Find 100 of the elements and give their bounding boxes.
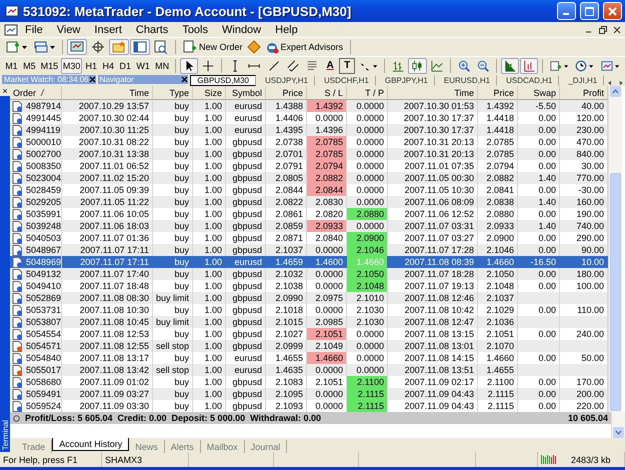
order-icon [12,232,23,244]
table-row[interactable]: 5052869 2007.11.08 08:30 buy limit 1.00 gbpusd 2.0990 2.0975 2.1010 2007.11.08 12:46 2.1037 [10,292,608,304]
panel-title: Navigator [98,75,135,84]
window-title: 531092: MetaTrader - Demo Account - [GBPUSD,M30] [23,4,352,18]
bar-chart-icon [392,59,404,73]
order-icon [12,220,23,232]
table-row[interactable]: 5048969 2007.11.07 17:11 buy 1.00 eurusd 1.4659 1.4600 1.4660 2007.11.08 08:39 1.4660 -16.50 10.00 [10,256,608,268]
table-row[interactable]: 5059491 2007.11.09 03:27 buy 1.00 gbpusd 2.1095 0.0000 2.1115 2007.11.09 04:43 2.1115 0.00 200.00 [10,388,608,400]
order-icon [12,340,23,352]
clock-icon [575,59,588,73]
table-row[interactable]: 4987914 2007.10.29 13:57 buy 1.00 eurusd 1.4388 1.4392 0.0000 2007.10.30 01:53 1.4392 -5.50 40.00 [10,100,608,112]
sort-icon [40,89,46,96]
table-row[interactable]: 5055017 2007.11.08 13:42 sell stop 1.00 eurusd 1.4635 0.0000 0.0000 2007.11.08 13:51 1.4655 [10,364,608,376]
windows-icon [34,40,48,54]
timeframe-button[interactable]: H4 [100,58,116,74]
table-cell: 5053807 [26,316,61,328]
restore-icon [599,26,607,34]
order-icon [12,124,23,136]
table-row[interactable]: 5054571 2007.11.08 12:55 sell stop 1.00 gbpusd 2.0999 2.1049 0.0000 2007.11.08 13:01 2.1070 [10,340,608,352]
table-cell: 2.1115 [347,388,388,401]
summary-text: Profit/Loss: 5 605.04 Credit: 0.00 Deposit: 5 000.00 Withdrawal: 0.00 [25,413,322,423]
terminal-label: Terminal [0,420,10,450]
table-row[interactable]: 5048967 2007.11.07 17:11 buy 1.00 gbpusd 2.1037 0.0000 2.1046 2007.11.07 17:28 2.1046 0.00 90.00 [10,244,608,256]
panel-title: Market Watch: 08:34:06 [3,75,89,84]
order-icon [12,244,23,256]
maximize-icon [585,6,594,16]
status-text: For Help, press F1 [3,454,78,464]
table-cell: 2.1048 [347,280,388,293]
toolbar-button[interactable] [180,58,198,74]
table-row[interactable]: 5039248 2007.11.06 18:03 buy 1.00 gbpusd 2.0859 2.0933 0.0000 2007.11.07 03:31 2.0933 1.40 740.00 [10,220,608,232]
app-icon [5,4,19,18]
menu-item[interactable]: Help [268,24,305,36]
minimize-button[interactable] [557,2,576,20]
timeframe-button[interactable]: D1 [117,58,134,74]
order-icon [12,376,23,388]
timeframe-button[interactable]: M5 [20,58,38,74]
table-cell: 5049132 [26,268,61,280]
chart-tab[interactable]: GBPUSD,M30 [190,75,256,86]
table-cell: 5000010 [26,136,61,148]
menu-item[interactable]: Insert [87,24,129,36]
close-button[interactable]: × [0,86,10,96]
text-label-button[interactable]: T [339,58,356,74]
toolbar-button[interactable] [408,58,427,74]
table-cell: 5059524 [26,400,61,412]
table-cell: 2.1100 [347,376,388,389]
order-icon [12,352,23,364]
order-icon [12,184,23,196]
maximize-button[interactable] [580,2,599,20]
order-icon [12,304,23,316]
order-icon [12,364,23,376]
template-icon [600,59,613,73]
caret-icon [564,64,568,68]
table-row[interactable]: 5002700 2007.10.31 13:38 buy 1.00 gbpusd 2.0701 2.0785 0.0000 2007.10.31 20:13 2.0785 0.00 840.00 [10,148,608,160]
terminal-tab[interactable]: Mailbox [200,440,245,453]
menu-item[interactable]: View [50,24,88,36]
timeframe-button[interactable]: M1 [3,58,20,74]
table-cell: 4991445 [26,112,61,124]
toolbar-button[interactable] [500,58,520,74]
table-row[interactable]: 5053807 2007.11.08 10:45 buy limit 1.00 gbpusd 2.1015 2.0985 2.1030 2007.11.08 12:47 2.1036 [10,316,608,328]
table-cell: 5028459 [26,184,61,196]
status-text: 2483/3 kb [571,454,611,464]
terminal-tab[interactable]: Journal [244,440,288,453]
expert-advisors-button[interactable]: Expert Advisors [262,39,346,55]
close-icon [608,6,617,16]
timeframe-button[interactable]: M30 [61,58,82,74]
order-icon [12,172,23,184]
menu-item[interactable]: Window [215,24,268,36]
table-row[interactable]: 5049132 2007.11.07 17:40 buy 1.00 gbpusd 2.1032 0.0000 2.1050 2007.11.07 18:28 2.1050 0.00 180.00 [10,268,608,280]
terminal-tab[interactable]: News [129,440,165,453]
table-cell: 2.1051 [307,328,347,341]
crosshair-icon [202,59,214,73]
timeframe-button[interactable]: M15 [38,58,60,74]
new-chart-icon [6,40,20,54]
new-order-button[interactable]: New Order [180,39,246,55]
table-cell: 5059491 [26,388,61,400]
text-tool-button[interactable]: A [322,58,338,74]
table-cell: 5049410 [26,280,61,292]
toolbar-button[interactable] [130,39,150,55]
table-row[interactable]: 5029205 2007.11.05 11:22 buy 1.00 gbpusd 2.0822 2.0830 0.0000 2007.11.06 08:09 2.0838 1.40 160.00 [10,196,608,208]
terminal-tab[interactable]: Alerts [164,440,201,453]
timeframe-button[interactable]: H1 [83,58,100,74]
order-icon [12,112,23,124]
menu-item[interactable]: Tools [175,24,215,36]
timeframe-button[interactable]: MN [153,58,172,74]
timeframe-button[interactable]: W1 [134,58,152,74]
table-row[interactable]: 4994119 2007.10.30 11:25 buy 1.00 eurusd 1.4395 1.4396 0.0000 2007.10.30 17:37 1.4418 0.00 230.00 [10,124,608,136]
table-cell: 2.0900 [347,232,388,245]
menu-item[interactable]: Charts [128,24,176,36]
table-row[interactable]: 5023004 2007.11.02 15:20 buy 1.00 gbpusd 2.0805 2.0882 0.0000 2007.11.05 00:30 2.0882 1.40 770.00 [10,172,608,184]
order-icon [12,292,23,304]
close-button[interactable] [603,2,622,20]
collapse-icon [13,414,20,422]
order-icon [12,316,23,328]
menu-item[interactable]: File [18,24,50,36]
table-cell: 1.4660 [307,352,347,365]
terminal-tab[interactable]: Account History [52,438,130,451]
order-icon [12,400,23,412]
table-cell: 5055017 [26,364,61,376]
scrollbar-thumb[interactable] [610,173,621,411]
order-icon [12,256,23,268]
